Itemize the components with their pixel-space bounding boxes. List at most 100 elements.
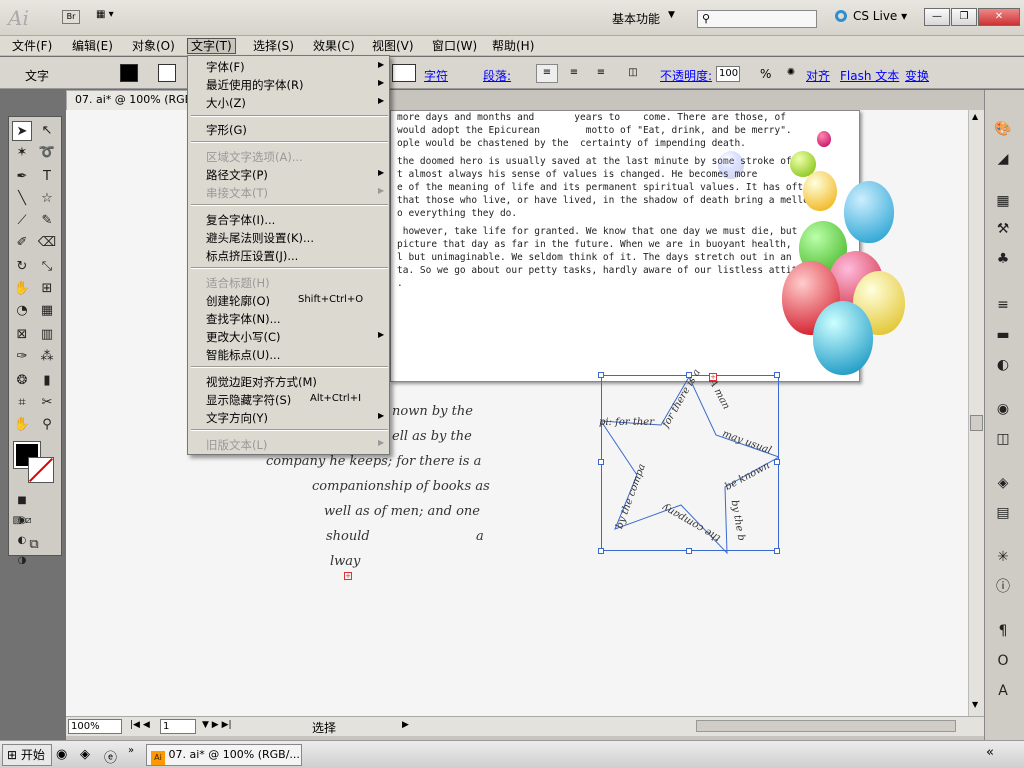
brushes-panel-icon[interactable]: ⚒ [991, 218, 1015, 240]
overflow-text-port[interactable]: + [344, 572, 352, 580]
quicklaunch-ie-icon[interactable]: ⓔ [104, 747, 117, 766]
status-menu-icon[interactable]: ▶ [402, 720, 409, 730]
start-button[interactable]: ⊞ 开始 [2, 744, 52, 766]
menu-object[interactable]: 对象(O) [129, 38, 178, 54]
menu-item-glyphs[interactable]: 字形(G) [206, 122, 247, 138]
opacity-link[interactable]: 不透明度: [660, 67, 712, 84]
gradient-tool-icon[interactable]: ▥ [37, 325, 57, 345]
menu-item-kinsoku-settings[interactable]: 避头尾法则设置(K)... [206, 230, 314, 246]
bounding-handle[interactable] [774, 548, 780, 554]
scrollbar-thumb[interactable] [970, 415, 983, 431]
direct-selection-tool-icon[interactable]: ↖ [37, 121, 57, 141]
align-right-button[interactable]: ≡ [590, 64, 612, 83]
transform-link[interactable]: 变换 [905, 67, 929, 84]
document-tab[interactable]: 07. ai* @ 100% (RGB [66, 90, 196, 110]
blob-brush-tool-icon[interactable]: ✐ [12, 233, 32, 253]
menu-view[interactable]: 视图(V) [369, 38, 417, 54]
menu-item-smart-punctuation[interactable]: 智能标点(U)... [206, 347, 280, 363]
menu-item-font[interactable]: 字体(F) [206, 59, 245, 75]
fill-swatch[interactable] [120, 64, 138, 82]
align-link[interactable]: 对齐 [806, 67, 830, 84]
menu-item-type-on-path[interactable]: 路径文字(P) [206, 167, 268, 183]
graphic-styles-panel-icon[interactable]: ◫ [991, 428, 1015, 450]
taskbar-illustrator-app[interactable]: Ai 07. ai* @ 100% (RGB/... [146, 744, 302, 766]
font-size-field[interactable] [392, 64, 416, 82]
menu-item-recent-fonts[interactable]: 最近使用的字体(R) [206, 77, 303, 93]
next-page-icon[interactable]: ▼ ▶ ▶| [202, 720, 232, 730]
menu-select[interactable]: 选择(S) [250, 38, 297, 54]
menu-item-create-outlines[interactable]: 创建轮廓(O) [206, 293, 270, 309]
pencil-tool-icon[interactable]: ✎ [37, 211, 57, 231]
star-path-text[interactable]: + A man may usual be known by the b the … [598, 367, 780, 555]
character-link[interactable]: 字符 [424, 67, 448, 84]
bounding-handle[interactable] [774, 372, 780, 378]
cslive-button[interactable]: CS Live ▾ [835, 9, 907, 23]
help-search-input[interactable]: ⚲ [697, 10, 817, 28]
color-guide-panel-icon[interactable]: ◢ [991, 148, 1015, 170]
hand-tool-icon[interactable]: ✋ [12, 415, 32, 435]
line-tool-icon[interactable]: ╲ [12, 189, 32, 209]
menu-item-find-font[interactable]: 查找字体(N)... [206, 311, 281, 327]
scroll-up-icon[interactable]: ▲ [972, 112, 978, 121]
eyedropper-tool-icon[interactable]: ✑ [12, 347, 32, 367]
horizontal-scrollbar[interactable] [696, 720, 956, 732]
bounding-handle[interactable] [686, 548, 692, 554]
scale-tool-icon[interactable]: ⤡ [37, 257, 57, 277]
column-graph-tool-icon[interactable]: ▮ [37, 371, 57, 391]
zoom-select[interactable]: 100% [68, 719, 122, 734]
artboards-panel-icon[interactable]: ▤ [991, 502, 1015, 524]
vertical-scrollbar[interactable]: ▲ ▼ [968, 110, 984, 716]
align-center-button[interactable]: ≡ [563, 64, 585, 83]
eraser-tool-icon[interactable]: ⌫ [37, 233, 57, 253]
tray-expand-icon[interactable]: « [986, 745, 994, 760]
page-number-input[interactable]: 1 [160, 719, 196, 734]
stroke-panel-icon[interactable]: ≡ [991, 294, 1015, 316]
scroll-down-icon[interactable]: ▼ [972, 700, 978, 709]
gradient-panel-icon[interactable]: ▬ [991, 324, 1015, 346]
maximize-button[interactable]: ❐ [951, 8, 977, 26]
quicklaunch-more-icon[interactable]: » [128, 745, 134, 756]
warp-tool-icon[interactable]: ✋ [12, 279, 32, 299]
align-left-button[interactable]: ≡ [536, 64, 558, 83]
menu-item-composite-fonts[interactable]: 复合字体(I)... [206, 212, 275, 228]
magic-wand-tool-icon[interactable]: ✶ [12, 143, 32, 163]
type-tool-icon[interactable]: T [37, 167, 57, 187]
symbols-panel-icon[interactable]: ♣ [991, 248, 1015, 270]
menu-item-change-case[interactable]: 更改大小写(C) [206, 329, 281, 345]
opacity-input[interactable]: 100 [716, 66, 740, 82]
stroke-swatch[interactable] [158, 64, 176, 82]
bounding-handle[interactable] [774, 459, 780, 465]
menu-item-mojikumi-settings[interactable]: 标点挤压设置(J)... [206, 248, 298, 264]
screen-mode-icon[interactable]: ⧉ [24, 535, 44, 555]
paintbrush-tool-icon[interactable]: ⟋ [12, 211, 32, 231]
drawing-mode-icon[interactable]: ◉ ◐ ◑ [12, 511, 32, 566]
slice-tool-icon[interactable]: ✂ [37, 393, 57, 413]
bounding-handle[interactable] [598, 459, 604, 465]
recolor-icon[interactable]: ✺ [780, 64, 802, 83]
envelope-icon[interactable]: ◫ [622, 64, 644, 83]
menu-item-type-orientation[interactable]: 文字方向(Y) [206, 410, 268, 426]
artboard-tool-icon[interactable]: ⌗ [12, 393, 32, 413]
color-panel-icon[interactable]: 🎨 [991, 118, 1015, 140]
menu-item-show-hidden-chars[interactable]: 显示隐藏字符(S) [206, 392, 291, 408]
mesh-tool-icon[interactable]: ⊠ [12, 325, 32, 345]
shape-builder-tool-icon[interactable]: ◔ [12, 301, 32, 321]
menu-type[interactable]: 文字(T) [187, 38, 236, 54]
menu-file[interactable]: 文件(F) [9, 38, 55, 54]
quicklaunch-app-icon[interactable]: ◈ [80, 747, 90, 762]
star-tool-icon[interactable]: ☆ [37, 189, 57, 209]
workspace-switcher[interactable]: 基本功能 ▼ [612, 10, 675, 27]
symbol-sprayer-tool-icon[interactable]: ❂ [12, 371, 32, 391]
navigator-panel-icon[interactable]: ✳ [991, 546, 1015, 568]
lasso-tool-icon[interactable]: ➰ [37, 143, 57, 163]
arrange-documents-button[interactable]: ▦ ▾ [96, 9, 128, 25]
bounding-handle[interactable] [598, 548, 604, 554]
stroke-color-swatch[interactable] [28, 457, 54, 483]
quicklaunch-chrome-icon[interactable]: ◉ [56, 747, 67, 762]
perspective-grid-tool-icon[interactable]: ▦ [37, 301, 57, 321]
zoom-tool-icon[interactable]: ⚲ [37, 415, 57, 435]
menu-item-optical-margin[interactable]: 视觉边距对齐方式(M) [206, 374, 317, 390]
first-page-icon[interactable]: |◀ ◀ [130, 720, 150, 730]
paragraph-link[interactable]: 段落: [483, 67, 511, 84]
opentype-panel-icon[interactable]: O [991, 650, 1015, 672]
